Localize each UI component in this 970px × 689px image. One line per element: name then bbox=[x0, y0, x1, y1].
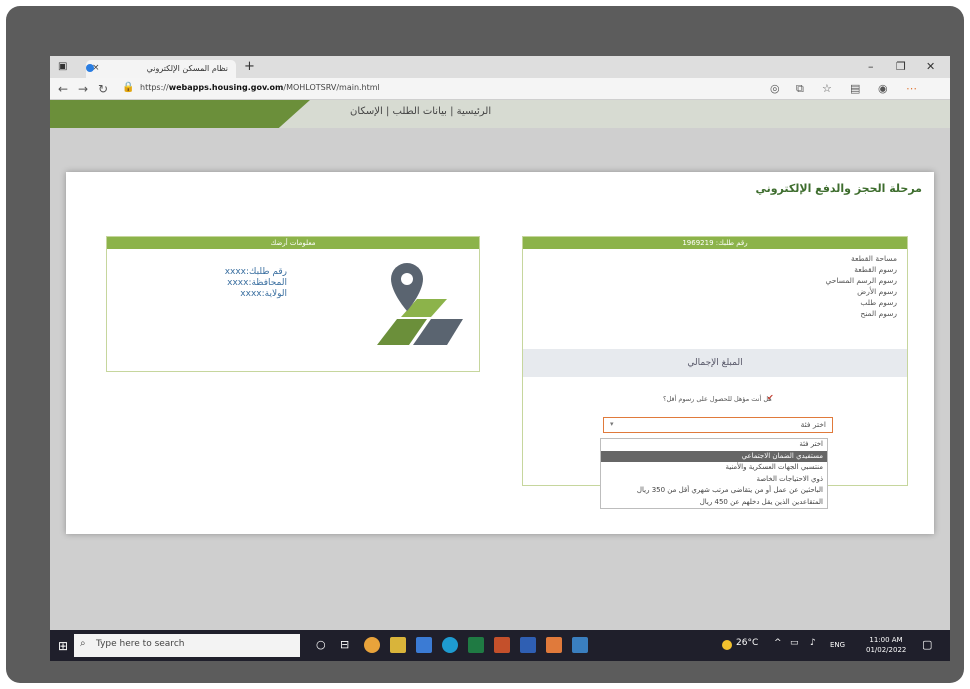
category-select-value: اختر فئة bbox=[800, 420, 826, 429]
word-icon[interactable] bbox=[520, 637, 536, 653]
site-logo-band bbox=[50, 100, 310, 128]
discount-question: هل أنت مؤهل للحصول على رسوم أقل؟ bbox=[663, 395, 772, 403]
fee-item: مساحة القطعة bbox=[851, 254, 897, 263]
address-bar: ← → ↻ 🔒 https://webapps.housing.gov.om/M… bbox=[50, 78, 950, 100]
notification-icon[interactable]: ▢ bbox=[922, 638, 932, 651]
taskbar-clock[interactable]: 11:00 AM 01/02/2022 bbox=[866, 635, 906, 655]
back-icon[interactable]: ← bbox=[58, 82, 68, 96]
maximize-icon[interactable]: ❐ bbox=[896, 60, 906, 73]
land-info-header: معلومات أرضك bbox=[107, 237, 479, 249]
dropdown-option[interactable]: المتقاعدين الذين يقل دخلهم عن 450 ريال bbox=[601, 497, 827, 509]
read-aloud-icon[interactable]: ◎ bbox=[770, 82, 780, 95]
land-info-panel: معلومات أرضك رقم طلبك:xxxx المحافظة:xxxx… bbox=[106, 236, 480, 372]
dropdown-option[interactable]: منتسبي الجهات العسكرية والأمنية bbox=[601, 462, 827, 474]
url-path: /MOHLOTSRV/main.html bbox=[283, 83, 380, 92]
info-line: المحافظة:xxxx bbox=[227, 278, 287, 288]
category-select[interactable]: اختر فئة ▾ bbox=[603, 417, 833, 433]
category-dropdown: اختر فئة مستفيدي الضمان الاجتماعي منتسبي… bbox=[600, 438, 828, 509]
mail-icon[interactable] bbox=[416, 637, 432, 653]
cortana-icon[interactable]: ○ bbox=[316, 638, 326, 651]
order-number-header: رقم طلبك: 1969219 bbox=[523, 237, 907, 249]
window-menu-icon[interactable]: ▣ bbox=[58, 62, 68, 72]
land-info-lines: رقم طلبك:xxxx المحافظة:xxxx الولاية:xxxx bbox=[197, 267, 287, 300]
page-header-title: الرئيسية | بيانات الطلب | الإسكان bbox=[350, 106, 492, 117]
fee-item: رسوم طلب bbox=[860, 298, 897, 307]
language-indicator[interactable]: ENG bbox=[830, 641, 845, 649]
url-field[interactable]: https://webapps.housing.gov.om/MOHLOTSRV… bbox=[140, 83, 400, 92]
weather-icon[interactable] bbox=[722, 640, 732, 650]
info-line: الولاية:xxxx bbox=[240, 289, 287, 299]
screenshot-frame: ▣ × نظام المسكن الإلكتروني + – ❐ ✕ ← → ↻… bbox=[6, 6, 964, 683]
tray-chevron-icon[interactable]: ^ bbox=[774, 638, 782, 648]
volume-icon[interactable]: ♪ bbox=[810, 638, 816, 648]
check-icon[interactable]: ✔ bbox=[767, 393, 774, 402]
page-header: الرئيسية | بيانات الطلب | الإسكان bbox=[50, 100, 950, 128]
fee-item: رسوم المنح bbox=[860, 309, 897, 318]
taskbar-search[interactable]: ⌕ Type here to search bbox=[74, 634, 300, 657]
network-icon[interactable]: ▭ bbox=[790, 638, 799, 648]
clock-date: 01/02/2022 bbox=[866, 646, 907, 654]
url-host: webapps.housing.gov.om bbox=[168, 83, 284, 92]
close-window-icon[interactable]: ✕ bbox=[926, 60, 935, 73]
dropdown-option-selected[interactable]: مستفيدي الضمان الاجتماعي bbox=[601, 450, 827, 462]
minimize-icon[interactable]: – bbox=[868, 60, 874, 73]
new-tab-button[interactable]: + bbox=[244, 59, 255, 74]
collections-icon[interactable]: ▤ bbox=[850, 82, 860, 95]
forward-icon[interactable]: → bbox=[78, 82, 88, 96]
browser-tab-bar: ▣ × نظام المسكن الإلكتروني + – ❐ ✕ bbox=[50, 56, 950, 78]
desktop-screen: ▣ × نظام المسكن الإلكتروني + – ❐ ✕ ← → ↻… bbox=[50, 56, 950, 661]
web-page: الرئيسية | بيانات الطلب | الإسكان مرحلة … bbox=[50, 100, 950, 630]
lock-icon: 🔒 bbox=[122, 82, 135, 93]
edge-icon[interactable] bbox=[442, 637, 458, 653]
info-line: رقم طلبك:xxxx bbox=[224, 267, 287, 277]
fee-item: رسوم القطعة bbox=[854, 265, 897, 274]
url-prefix: https:// bbox=[140, 83, 169, 92]
powerpoint-icon[interactable] bbox=[494, 637, 510, 653]
weather-temp[interactable]: 26°C bbox=[736, 638, 758, 648]
dropdown-option[interactable]: ذوي الاحتياجات الخاصة bbox=[601, 474, 827, 486]
favorites-icon[interactable]: ☆ bbox=[822, 82, 832, 95]
tab-favicon-icon bbox=[86, 64, 94, 72]
file-explorer-icon[interactable] bbox=[390, 637, 406, 653]
fee-item: رسوم الأرض bbox=[857, 287, 897, 296]
fees-list: مساحة القطعة رسوم القطعة رسوم الرسم المس… bbox=[825, 253, 897, 319]
profile-icon[interactable]: ◉ bbox=[878, 82, 888, 95]
clock-time: 11:00 AM bbox=[869, 636, 903, 644]
dropdown-option[interactable]: اختر فئة bbox=[601, 439, 827, 451]
total-amount-box: المبلغ الإجمالي bbox=[523, 349, 907, 377]
photos-app-icon[interactable] bbox=[572, 637, 588, 653]
chevron-down-icon: ▾ bbox=[610, 420, 614, 428]
modal-title: مرحلة الحجز والدفع الإلكتروني bbox=[755, 182, 922, 195]
more-menu-icon[interactable]: ⋯ bbox=[906, 82, 917, 95]
tab-title: نظام المسكن الإلكتروني bbox=[146, 64, 228, 73]
search-icon: ⌕ bbox=[80, 638, 86, 649]
refresh-icon[interactable]: ↻ bbox=[98, 82, 108, 96]
map-pin-icon bbox=[377, 263, 463, 345]
extensions-icon[interactable]: ⧉ bbox=[796, 82, 804, 96]
windows-start-icon[interactable]: ⊞ bbox=[58, 639, 68, 653]
task-view-icon[interactable]: ⊟ bbox=[340, 638, 349, 651]
browser-tab[interactable]: × نظام المسكن الإلكتروني bbox=[86, 60, 236, 78]
fee-item: رسوم الرسم المساحي bbox=[825, 276, 897, 285]
windows-taskbar: ⊞ ⌕ Type here to search ○ ⊟ 26°C ^ ▭ ♪ E… bbox=[50, 630, 950, 661]
search-placeholder: Type here to search bbox=[96, 639, 185, 649]
chrome-icon[interactable] bbox=[364, 637, 380, 653]
dropdown-option[interactable]: الباحثين عن عمل أو من يتقاضى مرتب شهري أ… bbox=[601, 485, 827, 497]
settings-app-icon[interactable] bbox=[546, 637, 562, 653]
excel-icon[interactable] bbox=[468, 637, 484, 653]
